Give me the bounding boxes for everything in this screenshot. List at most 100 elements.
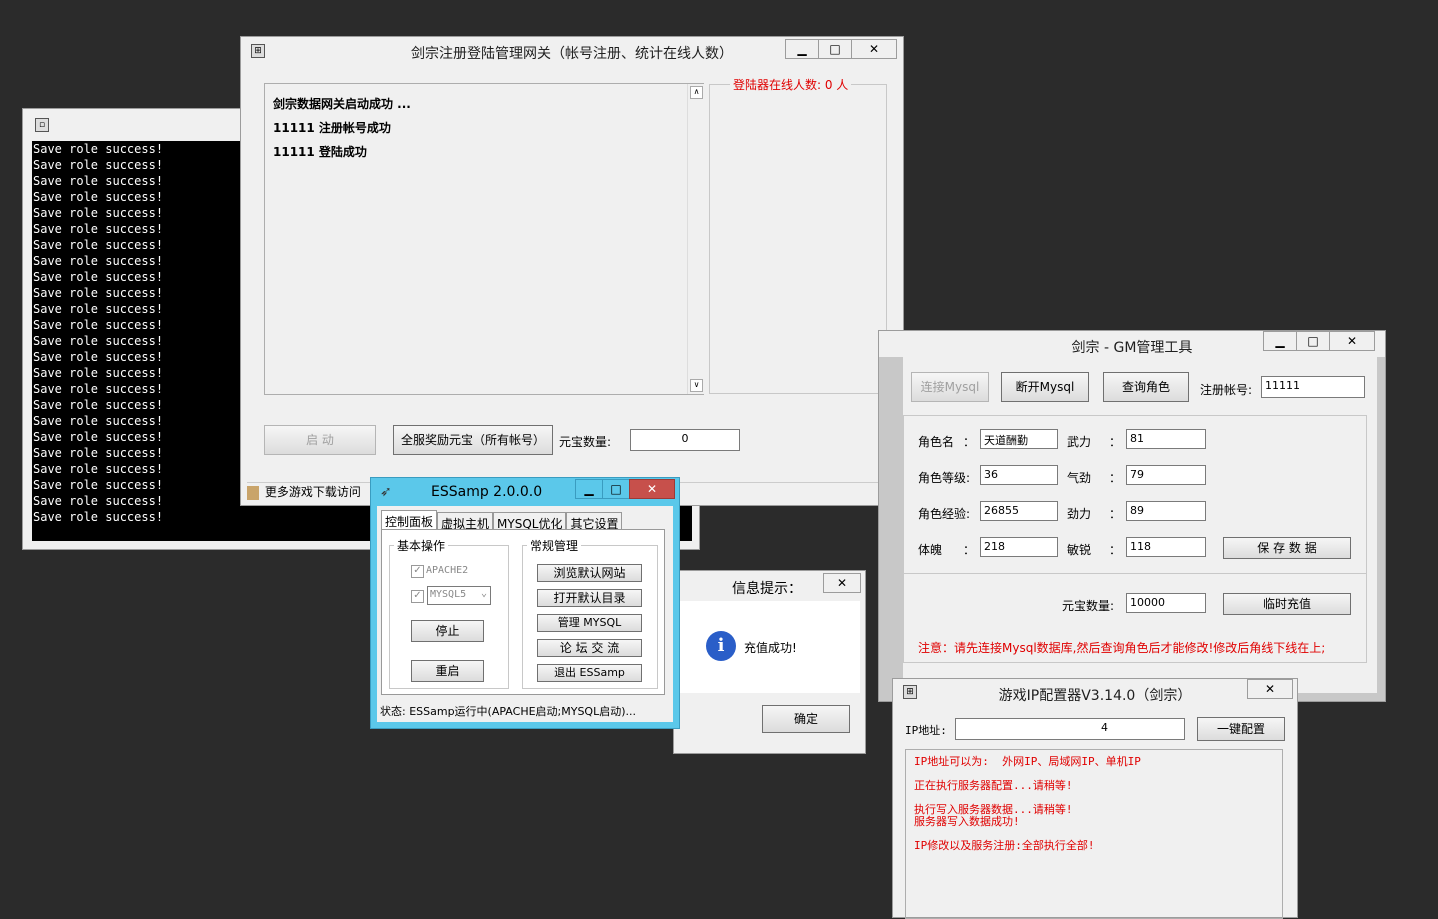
role-level-label: 角色等级: [918, 471, 971, 485]
ip-log-line: IP地址可以为: 外网IP、局域网IP、单机IP [914, 755, 1141, 768]
gateway-titlebar[interactable]: ⊞ 剑宗注册登陆管理网关（帐号注册、统计在线人数） ▁ □ ✕ [241, 37, 903, 65]
role-name-input[interactable]: 天道酬勤 [980, 429, 1058, 449]
mysql-version-select[interactable]: MYSQL5 ⌄ [427, 586, 491, 605]
ip-input[interactable]: 4 [955, 718, 1185, 740]
yuanbao-label: 元宝数量: [559, 435, 612, 449]
essamp-title: ESSamp 2.0.0.0 [431, 484, 543, 500]
ip-label: IP地址: [905, 724, 947, 737]
ok-button[interactable]: 确定 [762, 705, 850, 733]
agile-input[interactable]: 118 [1126, 537, 1206, 557]
yuanbao-input[interactable]: 0 [630, 429, 740, 451]
gateway-status-text: 更多游戏下载访问 [264, 485, 361, 499]
gm-yuanbao-input[interactable]: 10000 [1126, 593, 1206, 613]
query-role-button[interactable]: 查询角色 [1103, 372, 1189, 402]
gm-titlebar[interactable]: 剑宗 - GM管理工具 ▁ □ ✕ [879, 331, 1385, 357]
scroll-up-icon[interactable]: ∧ [690, 86, 703, 99]
colon: ： [1109, 507, 1122, 521]
console-app-icon: ▫ [35, 118, 49, 132]
recharge-button[interactable]: 临时充值 [1223, 593, 1351, 615]
online-count-group: 登陆器在线人数: 0 人 [709, 76, 887, 394]
role-name-label: 角色名 [918, 435, 955, 449]
body-input[interactable]: 218 [980, 537, 1058, 557]
force-label: 武力 [1067, 435, 1092, 449]
jin-input[interactable]: 89 [1126, 501, 1206, 521]
mysql-version-value: MYSQL5 [430, 589, 467, 600]
reward-all-button[interactable]: 全服奖励元宝（所有帐号） [393, 425, 553, 455]
agile-label: 敏锐 [1067, 543, 1092, 557]
ip-log-line: IP修改以及服务注册:全部执行全部! [914, 839, 1095, 852]
ipconf-window: ⊞ 游戏IP配置器V3.14.0（剑宗） ✕ IP地址: 4 一键配置 IP地址… [892, 678, 1298, 919]
close-button[interactable]: ✕ [1247, 679, 1293, 699]
msgbox-content: i 充值成功! [680, 601, 860, 693]
minimize-button[interactable]: ▁ [575, 479, 603, 499]
close-button[interactable]: ✕ [851, 39, 897, 59]
close-button[interactable]: ✕ [629, 479, 675, 499]
ip-log-line: 正在执行服务器配置...请稍等! [914, 779, 1073, 792]
gateway-window: ⊞ 剑宗注册登陆管理网关（帐号注册、统计在线人数） ▁ □ ✕ 剑宗数据网关启动… [240, 36, 904, 506]
forum-button[interactable]: 论 坛 交 流 [537, 639, 642, 657]
force-input[interactable]: 81 [1126, 429, 1206, 449]
exit-essamp-button[interactable]: 退出 ESSamp [537, 664, 642, 682]
save-data-button[interactable]: 保 存 数 据 [1223, 537, 1351, 559]
msgbox-title: 信息提示： [732, 581, 802, 597]
minimize-button[interactable]: ▁ [1263, 331, 1297, 351]
connect-mysql-button[interactable]: 连接Mysql [911, 372, 989, 402]
body-label: 体魄 [918, 543, 943, 557]
essamp-logo-icon: ➶ [380, 484, 392, 500]
essamp-client: 控制面板 虚拟主机 MYSQL优化 其它设置 基本操作 ✓ APACHE2 ✓ … [377, 506, 673, 722]
log-line: 剑宗数据网关启动成功 ... [273, 97, 411, 111]
role-exp-label: 角色经验: [918, 507, 971, 521]
msgbox-message: 充值成功! [744, 641, 797, 655]
apache-checkbox[interactable]: ✓ [411, 565, 424, 578]
account-label: 注册帐号: [1200, 383, 1253, 397]
jin-label: 劲力 [1067, 507, 1092, 521]
ipconf-log: IP地址可以为: 外网IP、局域网IP、单机IP 正在执行服务器配置...请稍等!… [905, 749, 1283, 919]
stop-button[interactable]: 停止 [411, 620, 484, 642]
ipconf-titlebar[interactable]: ⊞ 游戏IP配置器V3.14.0（剑宗） ✕ [893, 679, 1297, 705]
account-input[interactable]: 11111 [1261, 376, 1365, 398]
colon: ： [963, 435, 976, 449]
maximize-button[interactable]: □ [602, 479, 630, 499]
colon: ： [963, 543, 976, 557]
maximize-button[interactable]: □ [1296, 331, 1330, 351]
restart-button[interactable]: 重启 [411, 660, 484, 682]
gm-window: 剑宗 - GM管理工具 ▁ □ ✕ 连接Mysql 断开Mysql 查询角色 注… [878, 330, 1386, 702]
chevron-down-icon: ⌄ [480, 588, 487, 599]
colon: ： [1109, 543, 1122, 557]
mysql-checkbox[interactable]: ✓ [411, 590, 424, 603]
log-line: 11111 登陆成功 [273, 145, 367, 159]
one-click-config-button[interactable]: 一键配置 [1197, 717, 1285, 741]
qi-label: 气劲 [1067, 471, 1092, 485]
minimize-button[interactable]: ▁ [785, 39, 819, 59]
scroll-down-icon[interactable]: ∨ [690, 379, 703, 392]
close-button[interactable]: ✕ [1329, 331, 1375, 351]
gateway-log[interactable]: 剑宗数据网关启动成功 ... 11111 注册帐号成功 11111 登陆成功 [264, 83, 704, 395]
msgbox-titlebar[interactable]: 信息提示： ✕ [674, 571, 865, 599]
ipconf-title: 游戏IP配置器V3.14.0（剑宗） [998, 688, 1192, 704]
gm-yuanbao-label: 元宝数量: [1062, 599, 1115, 613]
manage-mysql-button[interactable]: 管理 MYSQL [537, 614, 642, 632]
log-line: 11111 注册帐号成功 [273, 121, 391, 135]
ip-log-line: 服务器写入数据成功! [914, 815, 1020, 828]
browse-site-button[interactable]: 浏览默认网站 [537, 564, 642, 582]
start-button[interactable]: 启 动 [264, 425, 376, 455]
role-exp-input[interactable]: 26855 [980, 501, 1058, 521]
disconnect-mysql-button[interactable]: 断开Mysql [1001, 372, 1089, 402]
colon: ： [1109, 471, 1122, 485]
online-count-label: 登陆器在线人数: 0 人 [730, 76, 852, 93]
gateway-log-scrollbar[interactable]: ∧ ∨ [687, 84, 704, 394]
basic-ops-title: 基本操作 [394, 537, 449, 554]
info-icon: i [706, 631, 736, 661]
open-dir-button[interactable]: 打开默认目录 [537, 589, 642, 607]
role-group-divider [903, 573, 1367, 574]
role-level-input[interactable]: 36 [980, 465, 1058, 485]
message-box: 信息提示： ✕ i 充值成功! 确定 [673, 570, 866, 754]
essamp-titlebar[interactable]: ➶ ESSamp 2.0.0.0 ▁ □ ✕ [371, 478, 679, 506]
regular-mgmt-title: 常规管理 [527, 537, 582, 554]
qi-input[interactable]: 79 [1126, 465, 1206, 485]
essamp-status: 状态: ESSamp运行中(APACHE启动;MYSQL启动)... [380, 705, 637, 718]
maximize-button[interactable]: □ [818, 39, 852, 59]
essamp-window: ➶ ESSamp 2.0.0.0 ▁ □ ✕ 控制面板 虚拟主机 MYSQL优化… [370, 477, 680, 729]
close-button[interactable]: ✕ [823, 573, 861, 593]
colon: ： [1109, 435, 1122, 449]
